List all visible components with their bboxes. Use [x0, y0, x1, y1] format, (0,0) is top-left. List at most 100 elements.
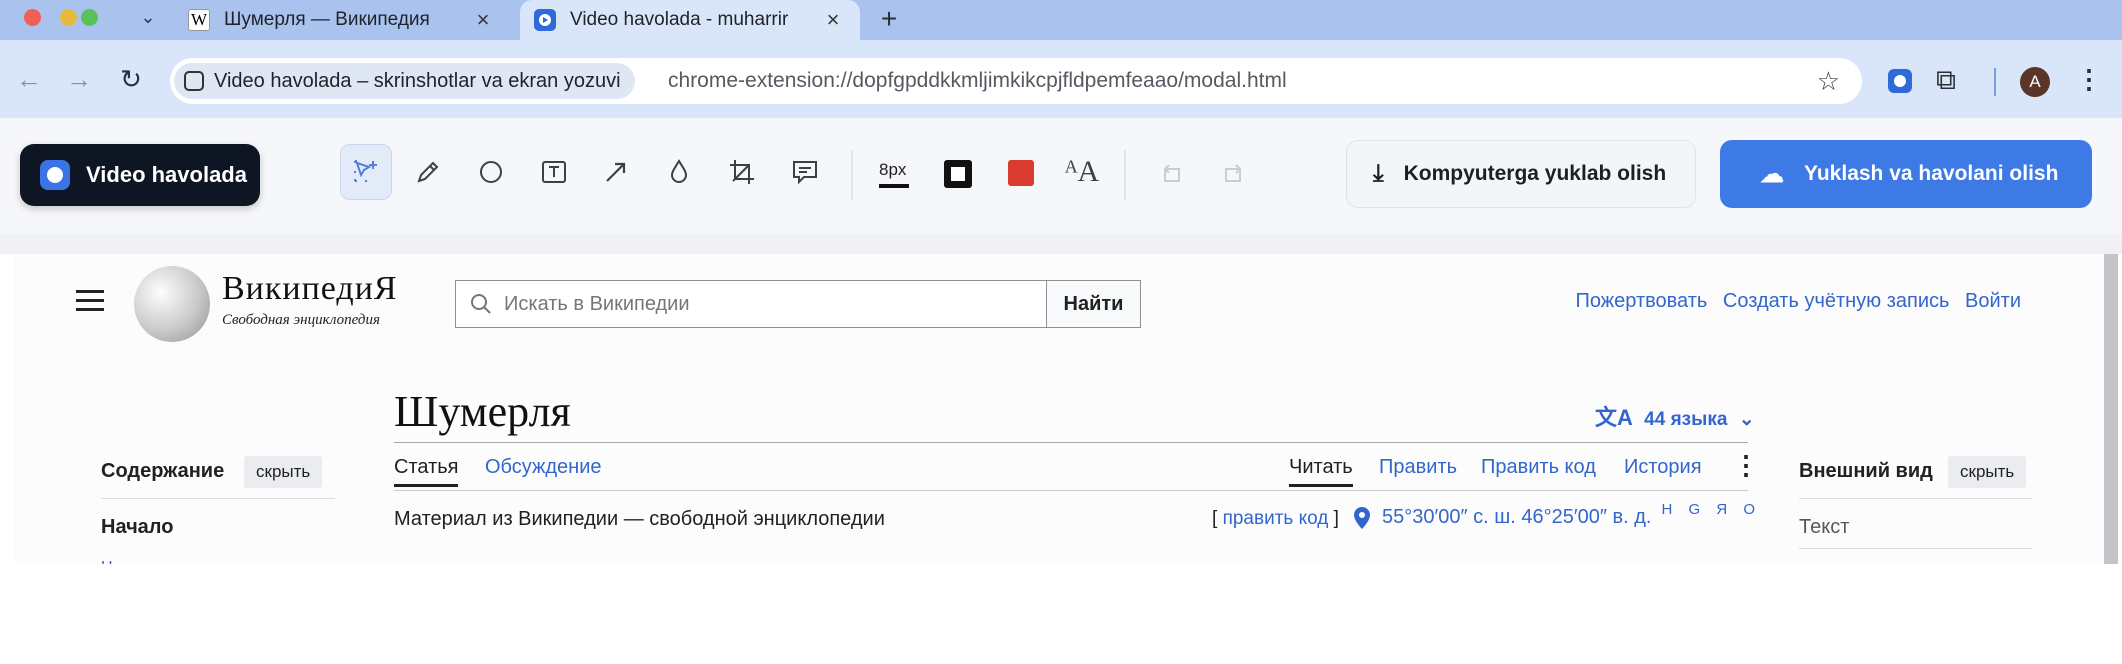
- wikipedia-favicon-icon: W: [188, 9, 210, 31]
- toolbar-divider: [851, 150, 853, 200]
- video-havolada-favicon-icon: [534, 9, 556, 31]
- extension-icon: [184, 71, 204, 91]
- bracket-open: [: [1212, 508, 1218, 529]
- back-button[interactable]: ←: [12, 62, 46, 96]
- main-menu-icon[interactable]: [76, 290, 104, 312]
- canvas-blank-area: [0, 564, 2122, 664]
- brand-logo: Video havolada: [20, 144, 260, 206]
- canvas-margin: [0, 234, 2122, 254]
- donate-link[interactable]: Пожертвовать: [1576, 290, 1708, 312]
- profile-avatar[interactable]: A: [2020, 67, 2050, 97]
- browser-toolbar: ← → ↻ Video havolada – skrinshotlar va e…: [0, 40, 2122, 118]
- tab-history[interactable]: История: [1624, 456, 1702, 479]
- reload-button[interactable]: ↻: [114, 62, 148, 96]
- site-chip-label: Video havolada – skrinshotlar va ekran y…: [214, 69, 621, 92]
- appearance-divider: [1799, 548, 2032, 549]
- ellipse-tool-icon[interactable]: [465, 144, 517, 200]
- blur-drop-tool-icon[interactable]: [653, 144, 705, 200]
- tabs-divider: [394, 490, 1748, 491]
- scrollbar[interactable]: [2104, 254, 2118, 564]
- text-tool-icon[interactable]: [528, 144, 580, 200]
- upload-label: Yuklash va havolani olish: [1804, 162, 2059, 185]
- url-text[interactable]: chrome-extension://dopfgpddkkmljimkikcpj…: [668, 58, 1287, 104]
- toc-item-next[interactable]: Н: [101, 556, 131, 564]
- toolbar-divider: [1994, 68, 1996, 96]
- font-size-tool-icon[interactable]: ᴬA: [1056, 144, 1108, 200]
- toc-item-start[interactable]: Начало: [101, 516, 173, 539]
- wiki-search-button[interactable]: Найти: [1046, 280, 1141, 328]
- bookmark-star-icon[interactable]: ☆: [1817, 66, 1840, 96]
- tab-label: Шумерля — Википедия: [224, 9, 430, 30]
- tab-talk[interactable]: Обсуждение: [485, 456, 602, 479]
- stroke-color-swatch[interactable]: [944, 160, 972, 188]
- edit-code-link[interactable]: [ править код ]: [1212, 508, 1339, 530]
- article-source-note: Материал из Википедии — свободной энцикл…: [394, 508, 885, 530]
- comment-tool-icon[interactable]: [779, 144, 831, 200]
- wikipedia-wordmark[interactable]: ВикипедиЯ: [222, 270, 398, 308]
- select-add-tool-icon[interactable]: [340, 144, 392, 200]
- translate-icon: 文A: [1595, 405, 1633, 430]
- fill-color-swatch[interactable]: [1008, 160, 1034, 186]
- tab-article[interactable]: Статья: [394, 456, 459, 487]
- tab-wikipedia[interactable]: W Шумерля — Википедия ×: [180, 0, 510, 40]
- site-info-chip[interactable]: Video havolada – skrinshotlar va ekran y…: [174, 63, 635, 99]
- video-havolada-extension-icon[interactable]: [1888, 69, 1912, 93]
- chevron-down-icon: ⌄: [1738, 409, 1755, 430]
- brand-icon: [40, 160, 70, 190]
- tab-edit-source[interactable]: Править код: [1481, 456, 1596, 479]
- wiki-search-input[interactable]: Искать в Википедии: [455, 280, 1047, 328]
- toc-hide-button[interactable]: скрыть: [244, 456, 323, 488]
- redo-icon[interactable]: [1207, 144, 1259, 200]
- create-account-link[interactable]: Создать учётную запись: [1723, 290, 1950, 312]
- search-icon: [471, 294, 491, 314]
- coordinates-text[interactable]: 55°30′00″ с. ш. 46°25′00″ в. д.: [1382, 506, 1651, 529]
- brand-label: Video havolada: [86, 162, 247, 187]
- appearance-hide-button[interactable]: скрыть: [1948, 456, 2027, 488]
- download-to-computer-button[interactable]: ⤓ Kompyuterga yuklab olish: [1346, 140, 1696, 208]
- languages-count: 44 языка: [1644, 409, 1728, 430]
- tab-edit[interactable]: Править: [1379, 456, 1457, 479]
- extensions-puzzle-icon[interactable]: ⧉: [1936, 64, 1956, 97]
- new-tab-button[interactable]: +: [874, 4, 904, 34]
- coordinates[interactable]: 55°30′00″ с. ш. 46°25′00″ в. д. H G Я O: [1354, 501, 1761, 529]
- appearance-text-label: Текст: [1799, 516, 1850, 538]
- close-window-button[interactable]: [24, 9, 41, 26]
- login-link[interactable]: Войти: [1965, 290, 2021, 312]
- pencil-tool-icon[interactable]: [402, 144, 454, 200]
- tab-close-icon[interactable]: ×: [472, 9, 494, 31]
- wikipedia-globe-logo[interactable]: [134, 266, 210, 342]
- tab-video-havolada[interactable]: Video havolada - muharrir ×: [520, 0, 860, 40]
- tab-close-icon[interactable]: ×: [822, 9, 844, 31]
- cloud-upload-icon: ☁: [1760, 160, 1784, 188]
- appearance-heading: Внешний вид: [1799, 460, 1933, 482]
- stroke-size-label[interactable]: 8px: [879, 160, 906, 180]
- download-label: Kompyuterga yuklab olish: [1403, 162, 1667, 185]
- toc-divider: [101, 498, 335, 499]
- tab-strip: ⌄ W Шумерля — Википедия × Video havolada…: [0, 0, 2122, 40]
- edit-code-label[interactable]: править код: [1223, 508, 1329, 529]
- language-selector[interactable]: 文A 44 языка ⌄: [1595, 400, 1755, 432]
- browser-menu-icon[interactable]: ⋮: [2076, 64, 2102, 94]
- zoom-window-button[interactable]: [81, 9, 98, 26]
- upload-and-get-link-button[interactable]: ☁ Yuklash va havolani olish: [1720, 140, 2092, 208]
- wikipedia-tagline: Свободная энциклопедия: [222, 312, 380, 328]
- stroke-size-indicator: [879, 184, 909, 188]
- crop-tool-icon[interactable]: [716, 144, 768, 200]
- toc-heading: Содержание: [101, 460, 225, 482]
- more-actions-icon[interactable]: ⋮: [1733, 450, 1759, 480]
- undo-icon[interactable]: [1146, 144, 1198, 200]
- article-title: Шумерля: [394, 387, 571, 436]
- wiki-personal-links: Пожертвовать Создать учётную запись Войт…: [1566, 290, 2022, 313]
- tab-search-chevron-icon[interactable]: ⌄: [137, 6, 159, 28]
- appearance-divider: [1799, 498, 2032, 499]
- forward-button[interactable]: →: [62, 62, 96, 96]
- download-icon: ⤓: [1373, 160, 1384, 187]
- minimize-window-button[interactable]: [60, 9, 77, 26]
- search-placeholder: Искать в Википедии: [504, 292, 690, 315]
- bracket-close: ]: [1333, 508, 1339, 529]
- address-bar[interactable]: Video havolada – skrinshotlar va ekran y…: [170, 58, 1862, 104]
- map-service-links[interactable]: H G Я O: [1661, 501, 1761, 518]
- toolbar-divider: [1124, 150, 1126, 200]
- arrow-tool-icon[interactable]: [590, 144, 642, 200]
- tab-read[interactable]: Читать: [1289, 456, 1353, 487]
